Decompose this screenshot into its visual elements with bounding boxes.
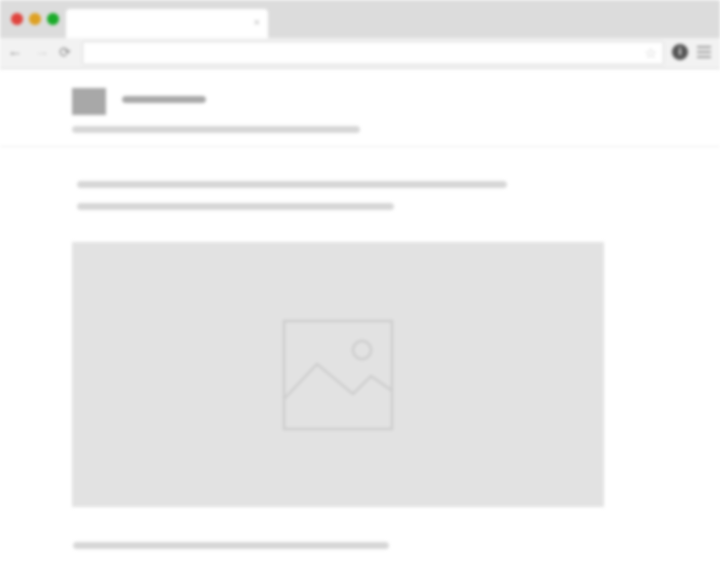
info-icon[interactable]: i xyxy=(672,44,688,60)
browser-toolbar: ← → ⟳ ☆ i xyxy=(0,38,720,69)
header-divider xyxy=(0,146,720,147)
title-bar: × xyxy=(0,0,720,38)
tab-close-icon[interactable]: × xyxy=(254,17,260,29)
site-title-placeholder xyxy=(122,96,206,103)
hamburger-menu-icon[interactable] xyxy=(697,45,711,59)
browser-tab[interactable]: × xyxy=(66,9,268,38)
maximize-window-button[interactable] xyxy=(47,13,59,25)
forward-arrow-icon[interactable]: → xyxy=(33,43,51,61)
address-bar[interactable]: ☆ xyxy=(82,41,664,65)
reload-icon[interactable]: ⟳ xyxy=(56,43,74,61)
bookmark-star-icon[interactable]: ☆ xyxy=(644,44,657,62)
image-placeholder-icon xyxy=(283,320,393,430)
close-window-button[interactable] xyxy=(11,13,23,25)
back-arrow-icon[interactable]: ← xyxy=(6,43,24,61)
site-logo[interactable] xyxy=(72,88,106,115)
minimize-window-button[interactable] xyxy=(29,13,41,25)
text-line-placeholder xyxy=(77,181,507,188)
site-tagline-placeholder xyxy=(72,126,360,133)
text-line-placeholder xyxy=(77,203,394,210)
hero-image-placeholder xyxy=(72,242,604,507)
caption-line-placeholder xyxy=(73,542,389,549)
